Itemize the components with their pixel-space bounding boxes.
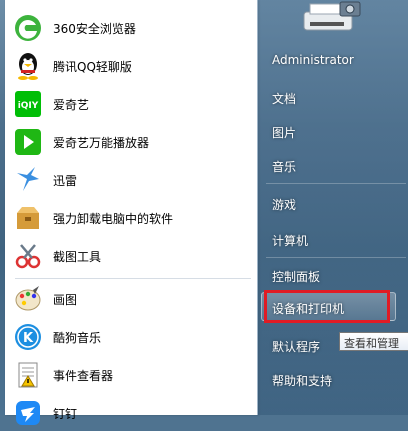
kugou-icon: K bbox=[11, 320, 45, 354]
program-iqiyi-player[interactable]: 爱奇艺万能播放器 bbox=[11, 124, 251, 160]
iqiyi-icon: iQIY bbox=[11, 87, 45, 121]
dingtalk-icon bbox=[11, 396, 45, 430]
program-kugou[interactable]: K 酷狗音乐 bbox=[11, 319, 251, 355]
svg-text:K: K bbox=[23, 331, 34, 346]
places-help-and-support[interactable]: 帮助和支持 bbox=[272, 372, 332, 389]
program-event-viewer[interactable]: 事件查看器 bbox=[11, 357, 251, 393]
program-iqiyi[interactable]: iQIY 爱奇艺 bbox=[11, 86, 251, 122]
user-name-administrator[interactable]: Administrator bbox=[272, 53, 354, 67]
paint-icon bbox=[11, 282, 45, 316]
program-label: 迅雷 bbox=[53, 173, 78, 188]
program-360-browser[interactable]: 360安全浏览器 bbox=[11, 10, 251, 46]
places-control-panel[interactable]: 控制面板 bbox=[272, 268, 320, 285]
program-paint[interactable]: 画图 bbox=[11, 281, 251, 317]
program-snipping-tool[interactable]: 截图工具 bbox=[11, 238, 251, 274]
program-xunlei[interactable]: 迅雷 bbox=[11, 162, 251, 198]
tooltip: 查看和管理 bbox=[339, 332, 408, 351]
places-divider bbox=[266, 257, 406, 258]
places-documents[interactable]: 文档 bbox=[272, 90, 296, 107]
uninstall-box-icon bbox=[11, 201, 45, 235]
program-label: 酷狗音乐 bbox=[53, 330, 102, 345]
places-pictures[interactable]: 图片 bbox=[272, 124, 296, 141]
program-label: 强力卸载电脑中的软件 bbox=[53, 211, 174, 226]
qq-penguin-icon bbox=[11, 49, 45, 83]
program-list-divider bbox=[15, 278, 251, 279]
program-label: 钉钉 bbox=[53, 406, 78, 421]
places-games[interactable]: 游戏 bbox=[272, 196, 296, 213]
event-viewer-icon bbox=[11, 358, 45, 392]
printer-user-picture-icon bbox=[300, 0, 364, 36]
iqiyi-player-icon bbox=[11, 125, 45, 159]
program-uninstaller[interactable]: 强力卸载电脑中的软件 bbox=[11, 200, 251, 236]
program-label: 爱奇艺万能播放器 bbox=[53, 135, 150, 150]
svg-text:iQIY: iQIY bbox=[18, 101, 39, 111]
places-music[interactable]: 音乐 bbox=[272, 158, 296, 175]
program-label: 腾讯QQ轻聊版 bbox=[53, 59, 132, 74]
program-label: 画图 bbox=[53, 292, 78, 307]
program-label: 事件查看器 bbox=[53, 368, 114, 383]
annotation-red-box bbox=[264, 290, 390, 323]
program-label: 360安全浏览器 bbox=[53, 21, 136, 36]
program-dingtalk[interactable]: 钉钉 bbox=[11, 395, 251, 431]
places-divider bbox=[266, 183, 406, 184]
program-label: 爱奇艺 bbox=[53, 97, 90, 112]
xunlei-icon bbox=[11, 163, 45, 197]
program-qq[interactable]: 腾讯QQ轻聊版 bbox=[11, 48, 251, 84]
program-label: 截图工具 bbox=[53, 249, 102, 264]
start-menu-programs-panel: 360安全浏览器 腾讯QQ轻聊版 iQIY 爱奇艺 爱奇艺万能播放器 迅雷 强力… bbox=[5, 0, 258, 425]
360-browser-icon bbox=[11, 11, 45, 45]
snipping-tool-icon bbox=[11, 239, 45, 273]
places-computer[interactable]: 计算机 bbox=[272, 232, 308, 249]
places-default-programs[interactable]: 默认程序 bbox=[272, 338, 320, 355]
